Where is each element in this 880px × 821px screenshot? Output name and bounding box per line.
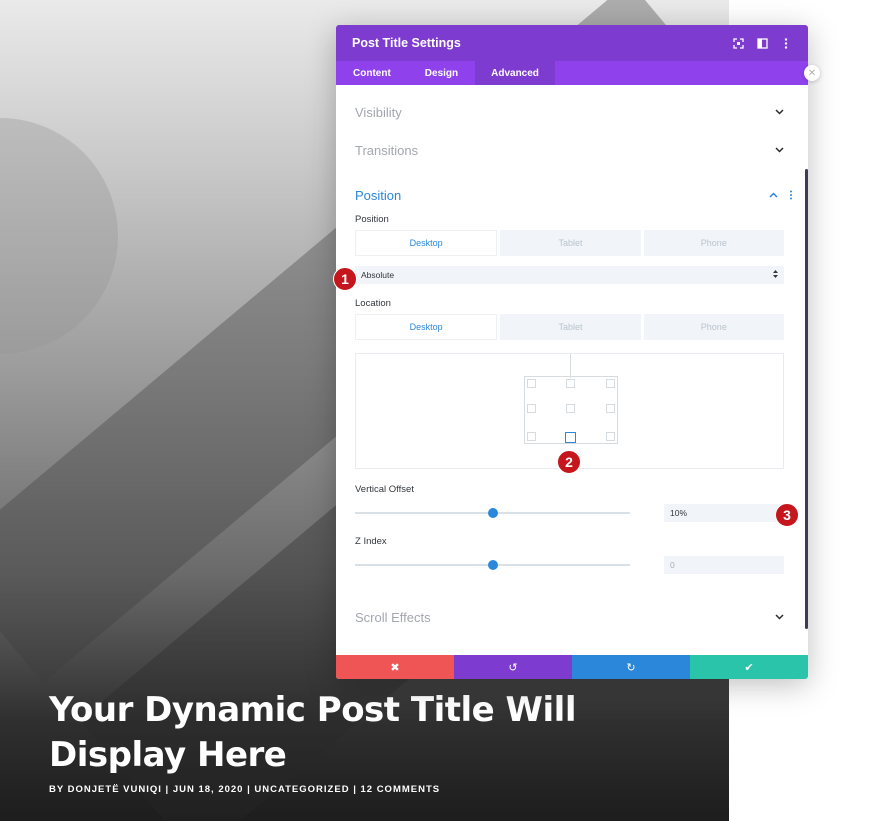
chevron-up-icon[interactable] [768,190,778,200]
check-icon: ✔ [744,661,754,674]
location-cell-top-center[interactable] [566,379,575,388]
fullscreen-icon[interactable] [732,37,744,49]
tab-phone[interactable]: Phone [643,230,784,256]
position-select[interactable]: Absolute [355,266,784,284]
close-icon[interactable]: ✕ [804,65,820,81]
section-label: Position [355,187,402,203]
slider-handle[interactable] [487,560,498,570]
select-value: Absolute [361,270,395,280]
tab-advanced[interactable]: Advanced [475,61,555,85]
vertical-offset-control: 10% [355,502,784,524]
location-cell-bottom-center[interactable] [565,432,576,443]
location-cell-center-right[interactable] [606,404,615,413]
section-label: Scroll Effects [355,609,431,625]
location-cell-bottom-right[interactable] [606,432,615,441]
panel-tabs: Content Design Advanced [336,61,808,85]
tab-design[interactable]: Design [408,61,475,85]
select-arrows-icon [773,270,778,280]
post-title[interactable]: Your Dynamic Post Title Will Display Her… [49,688,649,778]
panel-body: Visibility Transitions Position Position… [336,93,808,663]
split-view-icon[interactable] [756,37,768,49]
undo-icon: ↺ [508,661,518,674]
post-title-settings-panel: Post Title Settings Content Design Advan… [336,25,808,679]
redo-icon: ↻ [626,661,636,674]
z-index-input[interactable]: 0 [664,556,784,574]
tab-tablet[interactable]: Tablet [500,314,641,340]
position-label: Position [355,214,389,225]
chevron-down-icon[interactable] [774,612,784,622]
section-transitions[interactable]: Transitions [355,131,784,169]
location-label: Location [355,298,391,309]
location-guide-line [570,354,571,378]
panel-header[interactable]: Post Title Settings [336,25,808,61]
cancel-button[interactable]: ✖ [336,655,454,679]
undo-button[interactable]: ↺ [454,655,572,679]
save-button[interactable]: ✔ [690,655,808,679]
step-badge: 1 [333,267,357,291]
step-badge: 2 [557,450,581,474]
location-cell-bottom-left[interactable] [527,432,536,441]
section-label: Visibility [355,104,402,120]
tab-desktop[interactable]: Desktop [355,230,498,256]
location-cell-center-left[interactable] [527,404,536,413]
panel-title: Post Title Settings [352,36,461,50]
location-device-tabs: Desktop Tablet Phone [355,314,784,340]
slider-handle[interactable] [487,508,498,518]
decorative-circle [0,118,118,354]
section-label: Transitions [355,142,419,158]
panel-footer: ✖ ↺ ↻ ✔ [336,655,808,679]
chevron-down-icon[interactable] [774,107,784,117]
tab-desktop[interactable]: Desktop [355,314,498,340]
vertical-offset-label: Vertical Offset [355,484,414,495]
tab-content[interactable]: Content [336,61,408,85]
post-meta: BY DONJETË VUNIQI | JUN 18, 2020 | UNCAT… [49,784,441,795]
step-badge: 3 [775,503,799,527]
more-options-icon[interactable] [786,190,796,200]
close-icon: ✖ [390,661,400,674]
tab-phone[interactable]: Phone [643,314,784,340]
position-device-tabs: Desktop Tablet Phone [355,230,784,256]
location-cell-top-left[interactable] [527,379,536,388]
location-cell-center[interactable] [566,404,575,413]
z-index-slider[interactable] [355,560,630,570]
location-cell-top-right[interactable] [606,379,615,388]
z-index-label: Z Index [355,536,387,547]
z-index-control: 0 [355,554,784,576]
vertical-offset-input[interactable]: 10% [664,504,784,522]
scrollbar[interactable] [805,169,808,629]
vertical-offset-slider[interactable] [355,508,630,518]
tab-tablet[interactable]: Tablet [500,230,641,256]
section-visibility[interactable]: Visibility [355,93,784,131]
location-grid [524,376,618,444]
section-position[interactable]: Position [355,176,792,214]
section-scroll-effects[interactable]: Scroll Effects [355,598,784,636]
more-options-icon[interactable] [780,37,792,49]
redo-button[interactable]: ↻ [572,655,690,679]
chevron-down-icon[interactable] [774,145,784,155]
